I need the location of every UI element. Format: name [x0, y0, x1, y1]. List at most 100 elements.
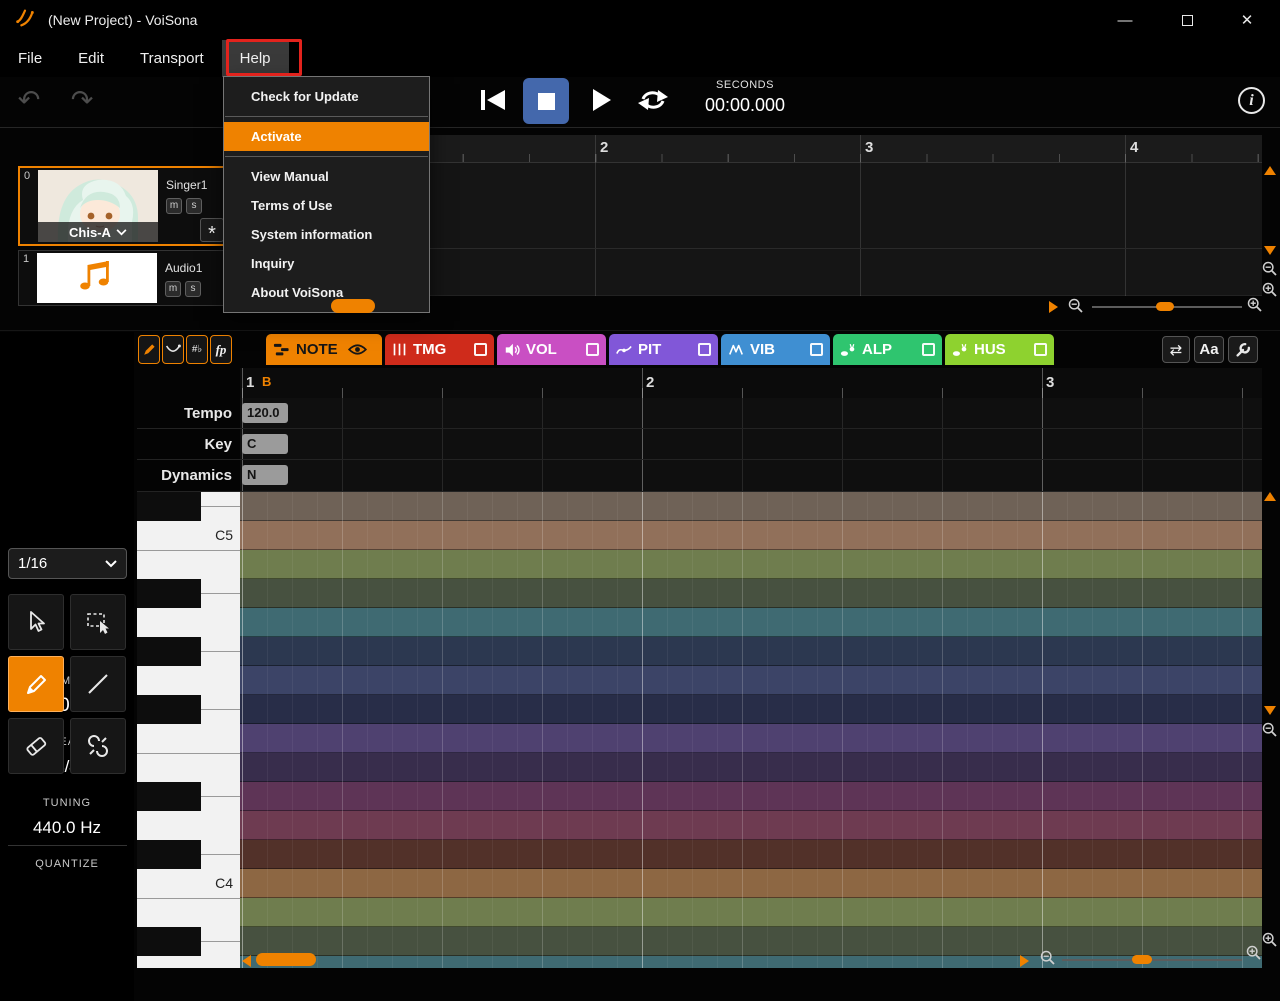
unlink-tool-button[interactable] — [70, 718, 126, 774]
tab-note[interactable]: NOTE — [266, 334, 382, 365]
accidental-mode-tab[interactable]: #♭ — [186, 335, 208, 364]
track-hscroll-thumb[interactable] — [331, 299, 375, 313]
piano-keyboard[interactable]: C5 C4 — [137, 492, 240, 968]
eraser-tool-button[interactable] — [8, 718, 64, 774]
tab-checkbox[interactable] — [810, 343, 823, 356]
piano-key-F#4[interactable] — [137, 695, 201, 724]
track-scroll-down-arrow[interactable] — [1264, 246, 1276, 255]
piano-key-C#4[interactable] — [137, 840, 201, 869]
piano-key-F4[interactable] — [137, 724, 240, 753]
track-scroll-up-arrow[interactable] — [1264, 166, 1276, 175]
zoom-in-icon[interactable] — [1247, 297, 1263, 313]
piano-key-E4[interactable] — [137, 753, 240, 782]
zoom-in-icon[interactable] — [1262, 282, 1278, 298]
maximize-button[interactable] — [1164, 0, 1210, 40]
grid-row-D4[interactable] — [240, 811, 1262, 840]
roll-scroll-right-arrow[interactable] — [1020, 955, 1029, 967]
grid-row-A#3[interactable] — [240, 927, 1262, 956]
piano-key-B3[interactable] — [137, 898, 240, 927]
voice-settings-button[interactable]: * — [200, 218, 224, 245]
menu-transport[interactable]: Transport — [122, 40, 222, 77]
menu-file[interactable]: File — [0, 40, 60, 77]
tab-checkbox[interactable] — [922, 343, 935, 356]
lyrics-text-button[interactable]: Aa — [1194, 336, 1224, 363]
tab-checkbox[interactable] — [698, 343, 711, 356]
roll-scroll-left-arrow[interactable] — [242, 955, 251, 967]
tab-tmg[interactable]: TMG — [385, 334, 494, 365]
undo-button[interactable]: ↶ — [7, 80, 51, 120]
tuning-value[interactable]: 440.0 Hz — [0, 818, 134, 838]
skip-to-start-button[interactable] — [471, 78, 515, 122]
menu-item-check-for-update[interactable]: Check for Update — [224, 82, 429, 111]
eye-icon[interactable] — [347, 343, 367, 356]
grid-row-A#4[interactable] — [240, 579, 1262, 608]
grid-row-G4[interactable] — [240, 666, 1262, 695]
dynamics-row[interactable]: N — [240, 460, 1262, 491]
grid-row-C#5[interactable] — [240, 492, 1262, 521]
piano-key-A#4[interactable] — [137, 579, 201, 608]
stamp-mode-tab[interactable] — [138, 335, 160, 364]
key-row[interactable]: C — [240, 429, 1262, 459]
zoom-out-icon[interactable] — [1262, 722, 1278, 738]
marquee-select-tool-button[interactable] — [70, 594, 126, 650]
grid-row-G#4[interactable] — [240, 637, 1262, 666]
tab-vol[interactable]: VOL — [497, 334, 606, 365]
piano-key-A3[interactable] — [137, 956, 240, 968]
grid-row-B4[interactable] — [240, 550, 1262, 579]
grid-row-D#4[interactable] — [240, 782, 1262, 811]
zoom-out-icon[interactable] — [1040, 950, 1056, 966]
tab-vib[interactable]: VIB — [721, 334, 830, 365]
tempo-row[interactable]: 120.0 — [240, 398, 1262, 428]
tab-alp[interactable]: ALP — [833, 334, 942, 365]
piano-key-D4[interactable] — [137, 811, 240, 840]
singer-thumbnail[interactable]: Chis-A — [38, 170, 158, 242]
grid-row-C5[interactable] — [240, 521, 1262, 550]
mute-button[interactable]: m — [165, 281, 181, 297]
roll-hscroll-thumb[interactable] — [256, 953, 316, 966]
roll-zoom-handle[interactable] — [1132, 955, 1152, 964]
zoom-out-icon[interactable] — [1262, 261, 1278, 277]
menu-edit[interactable]: Edit — [60, 40, 122, 77]
tab-checkbox[interactable] — [1034, 343, 1047, 356]
grid-row-C#4[interactable] — [240, 840, 1262, 869]
grid-row-F4[interactable] — [240, 724, 1262, 753]
audio-thumbnail[interactable] — [37, 253, 157, 303]
zoom-in-icon[interactable] — [1262, 932, 1278, 948]
grid-row-F#4[interactable] — [240, 695, 1262, 724]
zoom-out-icon[interactable] — [1068, 298, 1084, 314]
grid-row-B3[interactable] — [240, 898, 1262, 927]
key-chip[interactable]: C — [242, 434, 288, 454]
mute-button[interactable]: m — [166, 198, 182, 214]
piano-key-B4[interactable] — [137, 550, 240, 579]
info-button[interactable]: i — [1238, 87, 1265, 114]
grid-row-A4[interactable] — [240, 608, 1262, 637]
piano-key-D#4[interactable] — [137, 782, 201, 811]
stop-button[interactable] — [523, 78, 569, 124]
tab-checkbox[interactable] — [586, 343, 599, 356]
piano-roll-ruler[interactable]: 1 2 3 B — [137, 368, 1262, 398]
tempo-chip[interactable]: 120.0 — [242, 403, 288, 423]
piano-key-C#5[interactable] — [137, 492, 201, 521]
tab-hus[interactable]: HUS — [945, 334, 1054, 365]
roll-scroll-down-arrow[interactable] — [1264, 706, 1276, 715]
zoom-in-icon[interactable] — [1246, 945, 1262, 961]
track-scroll-right-arrow[interactable] — [1049, 301, 1058, 313]
voice-selector[interactable]: Chis-A — [38, 222, 158, 242]
scoop-mode-tab[interactable] — [162, 335, 184, 364]
menu-item-about-voisona[interactable]: About VoiSona — [224, 278, 429, 307]
line-tool-button[interactable] — [70, 656, 126, 712]
roll-zoom-slider[interactable] — [1062, 959, 1242, 961]
quantize-dropdown[interactable]: 1/16 — [8, 548, 127, 579]
piano-key-A#3[interactable] — [137, 927, 201, 956]
loop-button[interactable] — [631, 78, 675, 122]
close-button[interactable]: ✕ — [1224, 0, 1270, 40]
menu-item-view-manual[interactable]: View Manual — [224, 162, 429, 191]
select-tool-button[interactable] — [8, 594, 64, 650]
pencil-tool-button[interactable] — [8, 656, 64, 712]
track-header-audio[interactable]: 1 Audio1 m s — [18, 250, 230, 306]
tab-checkbox[interactable] — [474, 343, 487, 356]
piano-key-G4[interactable] — [137, 666, 240, 695]
swap-tracks-button[interactable]: ⇄ — [1162, 336, 1190, 363]
settings-wrench-button[interactable] — [1228, 336, 1258, 363]
menu-item-activate[interactable]: Activate — [224, 122, 429, 151]
